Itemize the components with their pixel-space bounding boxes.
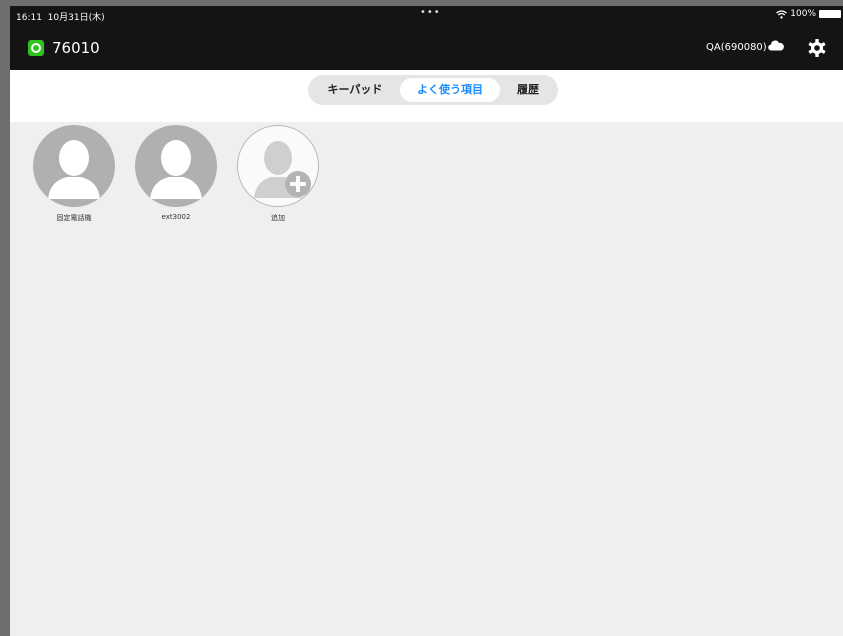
battery-percent: 100% (790, 9, 816, 19)
settings-button[interactable] (806, 37, 828, 59)
contact-name: 固定電話機 (56, 214, 92, 222)
status-bar: 16:11 10月31日(木) ••• 100% (10, 6, 843, 26)
status-time: 16:11 (16, 13, 42, 23)
add-favorite-button[interactable]: 追加 (236, 125, 320, 223)
favorite-contact[interactable]: ext3002 (134, 125, 218, 221)
multitasking-dots[interactable]: ••• (420, 7, 441, 18)
favorite-contact[interactable]: 固定電話機 (32, 125, 116, 223)
person-silhouette-icon (48, 140, 100, 199)
cloud-icon (768, 40, 784, 51)
status-indicators: 100% (776, 9, 841, 19)
person-silhouette-icon (150, 140, 202, 199)
app-screen: 16:11 10月31日(木) ••• 100% 76010 QA(690080… (10, 6, 843, 636)
gear-icon (808, 39, 826, 57)
account-label: QA(690080) (706, 42, 767, 53)
wifi-icon (776, 9, 788, 19)
tab-favorites[interactable]: よく使う項目 (400, 78, 500, 102)
add-avatar (237, 125, 319, 207)
person-add-icon (254, 141, 311, 198)
app-logo-icon (28, 40, 44, 56)
account-number: 76010 (52, 39, 100, 57)
contact-name: ext3002 (161, 213, 191, 221)
avatar (135, 125, 217, 207)
avatar (33, 125, 115, 207)
add-label: 追加 (271, 214, 285, 222)
tab-keypad[interactable]: キーパッド (314, 78, 396, 102)
status-time-date: 16:11 10月31日(木) (16, 10, 105, 23)
status-date: 10月31日(木) (47, 13, 105, 23)
segmented-control: キーパッド よく使う項目 履歴 (308, 75, 558, 105)
nav-bar: 76010 QA(690080) (10, 26, 843, 70)
tab-history[interactable]: 履歴 (504, 78, 552, 102)
battery-icon (819, 10, 841, 18)
tab-bar: キーパッド よく使う項目 履歴 (10, 70, 843, 122)
